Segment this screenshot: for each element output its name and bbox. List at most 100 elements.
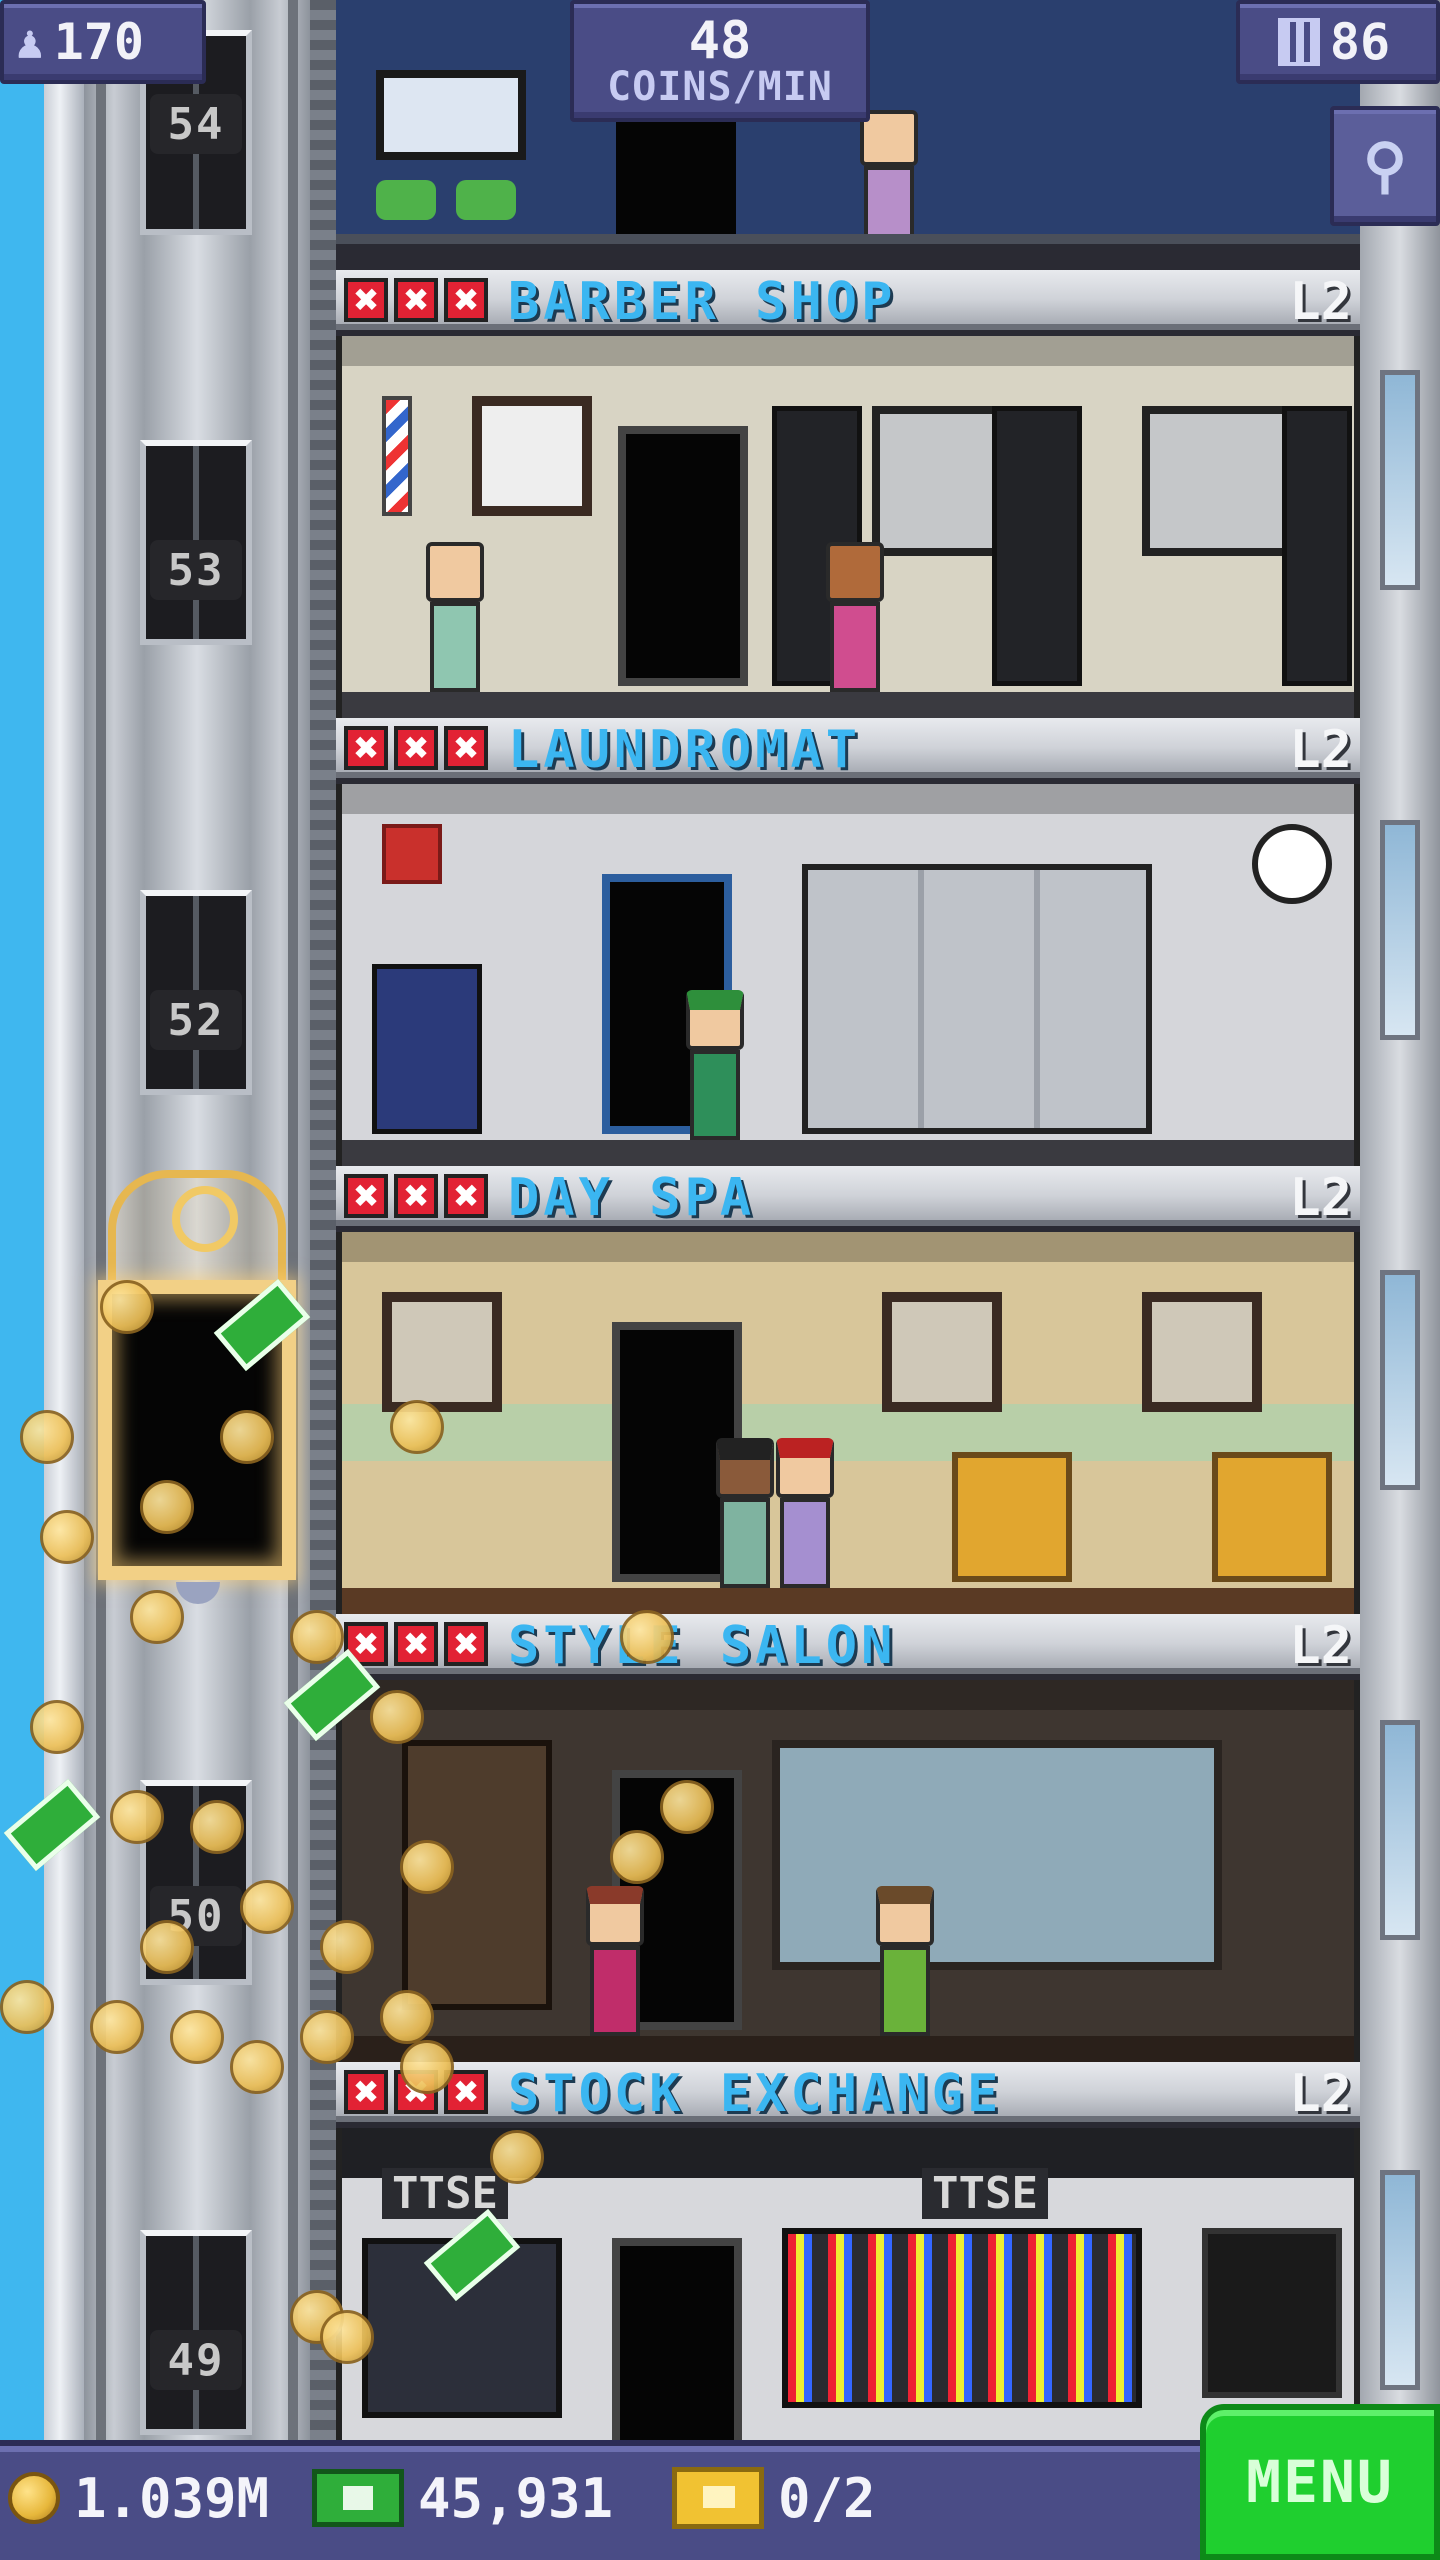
coin-icon	[660, 1780, 714, 1834]
no-sign-icon	[382, 824, 442, 884]
floor-style-salon[interactable]: ✖ ✖ ✖ STYLE SALON L2	[336, 1614, 1360, 2062]
floor-room[interactable]	[336, 336, 1360, 718]
population-value: 170	[53, 13, 145, 71]
empty-star-icon: ✖	[344, 1174, 388, 1218]
bitizen[interactable]	[712, 1438, 778, 1588]
floor-door	[618, 426, 748, 686]
coin-icon	[0, 1980, 54, 2034]
floor-header: ✖ ✖ ✖ LAUNDROMAT L2	[336, 718, 1360, 780]
bitizen[interactable]	[682, 990, 748, 1140]
window	[1380, 820, 1420, 1040]
mirror	[1142, 406, 1302, 556]
shelf	[992, 406, 1082, 686]
population-counter[interactable]: ♟ 170	[0, 0, 206, 84]
stock-stars: ✖ ✖ ✖	[344, 1622, 488, 1666]
coins-balance[interactable]: 1.039M	[8, 2456, 269, 2540]
coin-icon	[190, 1800, 244, 1854]
coin-icon	[490, 2130, 544, 2184]
elevator-car[interactable]	[98, 1170, 296, 1604]
person-icon: ♟	[16, 15, 44, 69]
tower-bux-icon	[312, 2469, 404, 2527]
bux-balance[interactable]: 45,931	[312, 2456, 613, 2540]
floor-barber-shop[interactable]: ✖ ✖ ✖ BARBER SHOP L2	[336, 270, 1360, 718]
painting-frame	[882, 1292, 1002, 1412]
floor-name: BARBER SHOP	[508, 272, 897, 332]
empty-star-icon: ✖	[344, 2070, 388, 2114]
chair	[376, 180, 436, 220]
menu-button[interactable]: MENU	[1200, 2404, 1440, 2560]
coin-icon	[620, 1610, 674, 1664]
stock-stars: ✖ ✖ ✖	[344, 1174, 488, 1218]
floor-name: LAUNDROMAT	[508, 720, 862, 780]
coin-icon	[390, 1400, 444, 1454]
income-rate-value: 48	[688, 11, 752, 71]
coin-icon	[170, 2010, 224, 2064]
floor-counter[interactable]: 86	[1236, 0, 1440, 84]
stock-stars: ✖ ✖ ✖	[344, 726, 488, 770]
floor-room[interactable]	[336, 784, 1360, 1166]
coin-icon	[320, 2310, 374, 2364]
bitizen[interactable]	[772, 1438, 838, 1588]
bitizen[interactable]	[422, 542, 488, 692]
empty-star-icon: ✖	[444, 726, 488, 770]
chair	[456, 180, 516, 220]
floor-room[interactable]	[336, 1680, 1360, 2062]
bux-value: 45,931	[418, 2466, 614, 2530]
golden-ticket-icon	[672, 2467, 764, 2529]
floor-header: ✖ ✖ ✖ STOCK EXCHANGE L2	[336, 2062, 1360, 2124]
floor-ground	[342, 692, 1354, 718]
shaft-divider	[310, 0, 336, 2440]
floor-door	[616, 120, 736, 234]
wall-top	[342, 784, 1354, 814]
building-right-wall	[1360, 0, 1440, 2440]
bitizen[interactable]	[582, 1886, 648, 2036]
coin-icon	[400, 2040, 454, 2094]
floor-header: ✖ ✖ ✖ BARBER SHOP L2	[336, 270, 1360, 332]
painting-frame	[382, 1292, 502, 1412]
empty-star-icon: ✖	[444, 278, 488, 322]
coin-icon	[290, 1610, 344, 1664]
floor-level: L2	[1289, 720, 1352, 780]
floor-name: STYLE SALON	[508, 1616, 897, 1676]
floor-level: L2	[1289, 272, 1352, 332]
shelf	[1282, 406, 1352, 686]
floor-header: ✖ ✖ ✖ STYLE SALON L2	[336, 1614, 1360, 1676]
coin-icon	[140, 1920, 194, 1974]
floor-level: L2	[1289, 1168, 1352, 1228]
coin-icon	[90, 2000, 144, 2054]
coins-value: 1.039M	[74, 2466, 270, 2530]
empty-star-icon: ✖	[394, 726, 438, 770]
floor-room[interactable]	[336, 1232, 1360, 1614]
floor-header: ✖ ✖ ✖ DAY SPA L2	[336, 1166, 1360, 1228]
coin-icon	[110, 1790, 164, 1844]
stock-stars: ✖ ✖ ✖	[344, 278, 488, 322]
window	[1380, 1720, 1420, 1940]
coin-icon	[240, 1880, 294, 1934]
floor-count-value: 86	[1329, 13, 1391, 71]
coin-icon	[230, 2040, 284, 2094]
building-edge	[44, 0, 84, 2440]
magnifier-icon: ⚲	[1363, 131, 1407, 201]
floor-day-spa[interactable]: ✖ ✖ ✖ DAY SPA L2	[336, 1166, 1360, 1614]
empty-star-icon: ✖	[344, 726, 388, 770]
vending-machine	[372, 964, 482, 1134]
elevator-crown-icon	[108, 1170, 286, 1280]
floor-name: STOCK EXCHANGE	[508, 2064, 1003, 2124]
coin-icon	[100, 1280, 154, 1334]
coin-icon	[400, 1840, 454, 1894]
floor-ground	[342, 1588, 1354, 1614]
bitizen[interactable]	[872, 1886, 938, 2036]
painting-frame	[1142, 1292, 1262, 1412]
stock-ticker-board	[782, 2228, 1142, 2408]
shaft-floor-label: 49	[150, 2330, 242, 2390]
stock-monitor	[1202, 2228, 1342, 2398]
zoom-button[interactable]: ⚲	[1330, 106, 1440, 226]
bitizen[interactable]	[856, 110, 922, 234]
tickets-value: 0/2	[778, 2466, 876, 2530]
coin-icon	[320, 1920, 374, 1974]
tickets-balance[interactable]: 0/2	[672, 2456, 876, 2540]
floor-laundromat[interactable]: ✖ ✖ ✖ LAUNDROMAT L2	[336, 718, 1360, 1166]
coin-icon	[220, 1410, 274, 1464]
wall-top	[342, 336, 1354, 366]
bitizen[interactable]	[822, 542, 888, 692]
